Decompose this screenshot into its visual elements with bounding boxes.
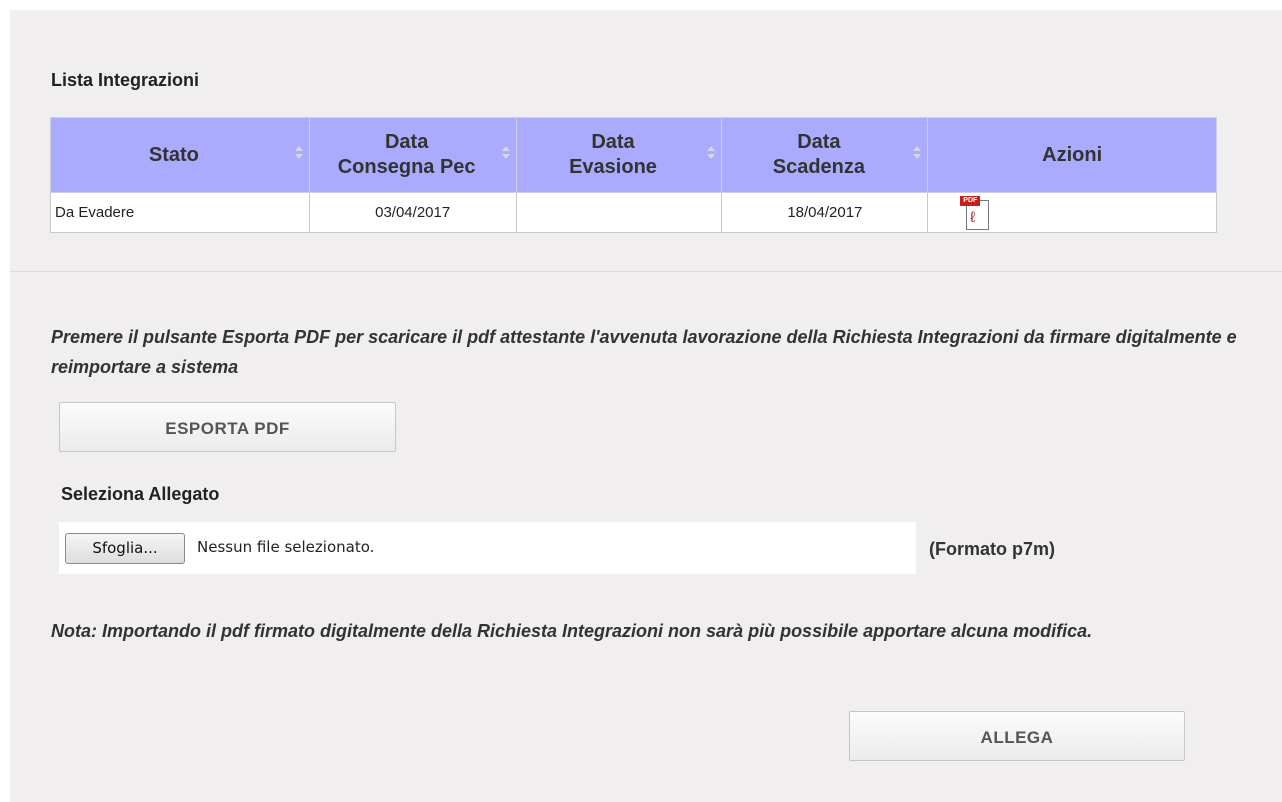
export-instructions: Premere il pulsante Esporta PDF per scar… xyxy=(51,327,1237,377)
column-header-label: Data xyxy=(797,131,841,153)
table-row: Da Evadere 03/04/2017 18/04/2017 PDF ℓ xyxy=(50,192,1217,233)
sort-icon[interactable] xyxy=(294,146,303,162)
integrations-table: Stato Data Consegna Pec Data Evasione Da… xyxy=(50,117,1217,233)
format-hint: (Formato p7m) xyxy=(929,539,1055,559)
section-divider xyxy=(10,271,1282,272)
column-header-azioni: Azioni xyxy=(927,117,1217,193)
cell-stato: Da Evadere xyxy=(50,192,310,233)
file-status-text: Nessun file selezionato. xyxy=(197,538,375,556)
column-header-data-evasione[interactable]: Data Evasione xyxy=(515,117,723,193)
column-header-label: Data xyxy=(384,131,429,153)
import-note: Nota: Importando il pdf firmato digitalm… xyxy=(51,621,1093,641)
column-header-label: Scadenza xyxy=(772,156,865,178)
sort-icon[interactable] xyxy=(707,146,716,162)
column-header-label: Stato xyxy=(148,143,199,166)
column-header-label: Data xyxy=(591,131,635,153)
pdf-icon[interactable]: PDF ℓ xyxy=(960,195,990,230)
column-header-label: Consegna Pec xyxy=(337,156,476,178)
sort-icon[interactable] xyxy=(501,146,510,162)
export-pdf-button[interactable]: ESPORTA PDF xyxy=(59,402,396,452)
column-header-stato[interactable]: Stato xyxy=(50,117,310,193)
pdf-tag: PDF xyxy=(960,195,981,206)
cell-data-consegna-pec: 03/04/2017 xyxy=(308,192,517,233)
sort-icon[interactable] xyxy=(913,146,922,162)
column-header-data-consegna-pec[interactable]: Data Consegna Pec xyxy=(308,117,517,193)
cell-azioni: PDF ℓ xyxy=(927,192,1217,233)
column-header-data-scadenza[interactable]: Data Scadenza xyxy=(721,117,929,193)
table-header-row: Stato Data Consegna Pec Data Evasione Da… xyxy=(50,117,1217,193)
acrobat-swirl-icon: ℓ xyxy=(970,208,976,226)
attach-button[interactable]: ALLEGA xyxy=(849,711,1185,761)
attachment-label: Seleziona Allegato xyxy=(61,484,220,504)
file-input[interactable]: Sfoglia... Nessun file selezionato. xyxy=(59,522,916,574)
column-header-label: Azioni xyxy=(1042,143,1103,166)
cell-data-evasione xyxy=(515,192,723,233)
cell-data-scadenza: 18/04/2017 xyxy=(721,192,929,233)
browse-button[interactable]: Sfoglia... xyxy=(65,533,185,564)
column-header-label: Evasione xyxy=(569,156,657,178)
section-title: Lista Integrazioni xyxy=(51,70,200,90)
